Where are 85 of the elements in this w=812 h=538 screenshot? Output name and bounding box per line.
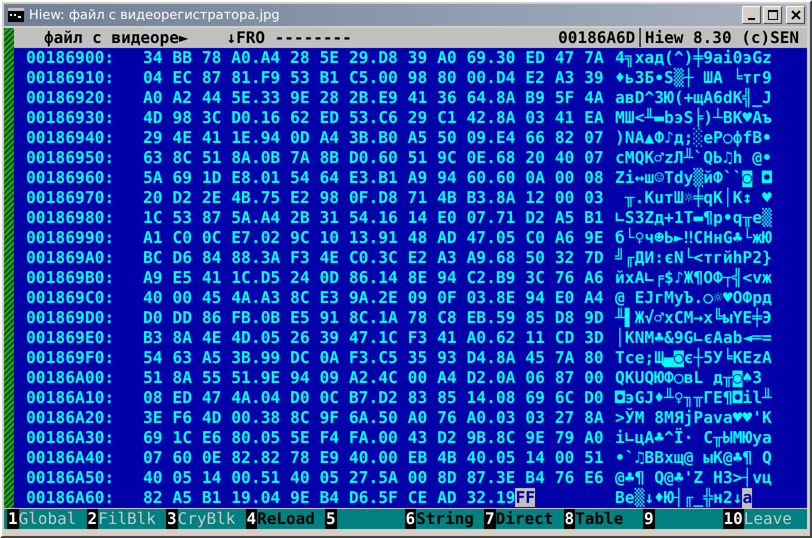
ascii-text: MШ<╨▬bэS╞)┴BК♥Aъ [615, 108, 772, 128]
ascii-text: Zi↔ш☺Tdу▒йФ``◙ ◘ [615, 168, 772, 188]
close-button[interactable] [786, 6, 805, 24]
hex-bytes: 3E F6 4D 00.38 8C 9F 6A.50 A0 76 A0.03 03 27 8A [143, 408, 604, 427]
file-name: файл с видеоре [44, 28, 179, 48]
row-offset: 001869D0: [26, 308, 116, 328]
hex-bytes: A0 A2 44 5E.33 9E 28 2B.E9 41 36 64.8A B9 5F 4A [143, 88, 604, 107]
maximize-button[interactable] [763, 6, 782, 24]
row-offset: 001869F0: [26, 348, 116, 368]
row-offset: 00186A10: [26, 388, 116, 408]
hex-bytes: BC D6 84 88.3A F3 4E C0.3C E2 A3 A9.68 50 32 7D [143, 248, 604, 267]
hex-bytes: 40 00 45 4A.A3 8C E3 9A.2E 09 0F 03.8E 94 E0 A4 [143, 288, 604, 307]
row-offset: 00186930: [26, 108, 116, 128]
mode-indicator: ↓FRO -------- [226, 28, 352, 48]
ascii-text: @ EJгМуЪ.○☼♥ОФрд [615, 288, 772, 308]
minimize-button[interactable] [742, 6, 761, 24]
ascii-text: ◘эGJ♦╨♀╖╥ГЕ¶◘il╨ [615, 388, 772, 408]
separator: │ [635, 28, 645, 48]
row-offset: 00186A00: [26, 368, 116, 388]
row-offset: 00186A50: [26, 468, 116, 488]
ascii-text: QКUQЮФ○вL д╥◙♠З [615, 368, 764, 388]
ascii-text: cМQК♂zЛ╨`QЬ♫h @• [615, 148, 772, 168]
ascii-text: │КNM♣&9G∟єAаb◄═= [615, 328, 772, 348]
row-offset: 00186920: [26, 88, 116, 108]
hex-bytes: 29 4E 41 1E.94 0D A4 3B.B0 A5 50 09.E4 66 82 07 [143, 128, 604, 147]
row-offset: 00186990: [26, 228, 116, 248]
row-offset: 00186A30: [26, 428, 116, 448]
ascii-text: i∟цА♣^Ї· C╥ЫМЮyа [615, 428, 772, 448]
row-offset: 00186970: [26, 188, 116, 208]
hex-bytes: 08 ED 47 4A.04 D0 0C B7.D2 83 85 14.08 69 6C D0 [143, 388, 604, 407]
hex-bytes: D0 DD 86 FB.0B E5 91 8C.1A 78 C8 EB.59 85 D8 9D [143, 308, 604, 327]
hex-bytes: 07 60 0E 82.82 78 E9 40.00 EB 4B 40.05 14 00 51 [143, 448, 604, 467]
hex-bytes: 4D 98 3C D0.16 62 ED 53.C6 29 C1 42.8A 03 41 EA [143, 108, 604, 127]
ascii-text: йхA∟╒$♪Ж¶ОФ┬╣<vж [615, 268, 772, 288]
row-offset: 00186950: [26, 148, 116, 168]
hex-bytes: 20 D2 2E 4B.75 E2 98 0F.D8 71 4B B3.8A 12 00 03 [143, 188, 604, 207]
ascii-text: ╥.KuтШ☼╪qK│К↕ ♥ [624, 188, 772, 208]
row-offset: 001869E0: [26, 328, 116, 348]
hex-bytes: 5A 69 1D E8.01 54 64 E3.B1 A9 94 60.60 0A 00 08 [143, 168, 604, 187]
row-offset: 00186A20: [26, 408, 116, 428]
console-icon [8, 8, 24, 22]
hex-bytes: 63 8C 51 8A.0B 7A 8B D0.60 51 9C 0E.68 20 40 07 [143, 148, 604, 167]
hex-bytes: 51 8A 55 51.9E 94 09 A2.4C 00 A4 D2.0A 06 87 00 [143, 368, 604, 387]
ascii-text: ∟SЗZд+1T▬¶р•q╥е▒ [615, 208, 772, 228]
row-offset: 001869B0: [26, 268, 116, 288]
hex-bytes: 1C 53 87 5A.A4 2B 31 54.16 14 E0 07.71 D2 A5 B1 [143, 208, 604, 227]
row-offset: 00186A40: [26, 448, 116, 468]
hex-bytes: B3 8A 4E 4D.05 26 39 47.1C F3 41 A0.62 11 CD 3D [143, 328, 604, 347]
ascii-text: >ЎM 8МЯjPаvа♥♥'К [615, 408, 772, 428]
ascii-text: авD^3Ю(+щA6dК╣_J [615, 88, 772, 108]
ascii-text: •`♫ВВxщ@ ыK@♣¶ Q [615, 448, 772, 468]
row-offset: 00186A60: [26, 488, 116, 508]
row-offset: 001869C0: [26, 288, 116, 308]
ascii-text: б└♀ч☻Ь►‼СHнG♣└жЮ [615, 228, 772, 248]
ascii-text: ♦ьЗБ∙S▒┼ ША ╘тг9 [615, 68, 772, 88]
version-label: Hiew 8.30 (c)SEN [644, 28, 799, 48]
ascii-text: 4╗xад(^)╪9аi0эGz [615, 48, 772, 68]
cursor-byte[interactable]: FF [515, 488, 536, 507]
ascii-text: Tcе;Щ▄◙є┼5У╘КEzА [615, 348, 772, 368]
cursor-offset: 00186A6D [558, 28, 636, 48]
ascii-text: Ве▒↓♦Ю┤╓_╬н2↓ [615, 488, 742, 508]
row-offset: 00186900: [26, 48, 116, 68]
minimize-icon [748, 18, 755, 20]
hex-bytes: 04 EC 87 81.F9 53 B1 C5.00 98 80 00.D4 E2 A3 39 [143, 68, 604, 87]
row-offset: 001869A0: [26, 248, 116, 268]
close-icon [790, 10, 800, 20]
row-offset: 00186940: [26, 128, 116, 148]
row-offset: 00186960: [26, 168, 116, 188]
hex-bytes: 40 05 14 00.51 40 05 27.5A 00 8D 87.3E B4 76 E6 [143, 468, 604, 487]
ascii-text: @♣¶ Q@♣'Z НЗ>┤vц [615, 468, 772, 488]
truncation-mark: ► [178, 28, 188, 48]
window-title: Hiew: файл с видеорегистратора.jpg [29, 8, 280, 22]
hex-bytes: 34 BB 78 A0.A4 28 5E 29.D8 39 A0 69.30 ED 47 7A [143, 48, 604, 67]
hex-bytes: A9 E5 41 1C.D5 24 0D 86.14 8E 94 C2.B9 3C 76 A6 [143, 268, 604, 287]
hex-bytes: 82 A5 B1 19.04 9E B4 D6.5F CE AD 32.19 [143, 488, 516, 507]
hex-bytes: 69 1C E6 80.05 5E F4 FA.00 43 D2 9B.8C 9E 79 A0 [143, 428, 604, 447]
ascii-text: )NA▲Ф♪д;░еP○фfВ• [615, 128, 772, 148]
row-offset: 00186910: [26, 68, 116, 88]
hex-bytes: A1 C0 0C E7.02 9C 10 13.91 48 AD 47.05 C0 A6 9E [143, 228, 604, 247]
ascii-text: ╝╓ДИ:єN└<тгйhP2} [615, 248, 772, 268]
cursor-char[interactable]: a [742, 488, 752, 508]
maximize-icon [768, 10, 778, 20]
hex-bytes: 54 63 A5 3B.99 DC 0A F3.C5 35 93 D4.8A 45 7A 80 [143, 348, 604, 367]
row-offset: 00186980: [26, 208, 116, 228]
ascii-text: ╨▌Ж√♂хСМ→x╚ыYЕ╪Э [615, 308, 772, 328]
